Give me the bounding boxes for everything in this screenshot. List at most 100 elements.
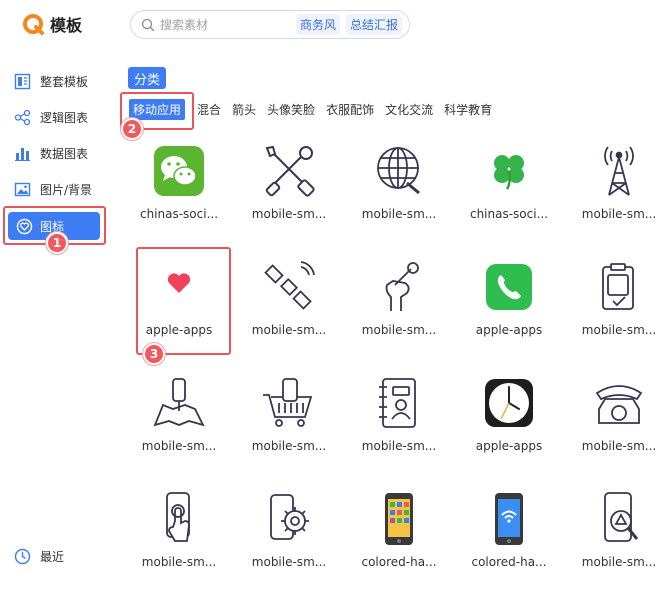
tools-icon (265, 145, 315, 197)
icon-frame (261, 259, 317, 315)
tab-science[interactable]: 科学教育 (444, 101, 492, 118)
grid-item-label: chinas-soci... (139, 207, 219, 221)
map-pin-phone-icon (153, 378, 205, 427)
tab-arrows[interactable]: 箭头 (232, 101, 256, 118)
sidebar-item-images[interactable]: 图片/背景 (14, 178, 92, 200)
grid-item[interactable]: mobile-sm... (239, 143, 339, 243)
grid-item[interactable]: colored-ha... (459, 491, 559, 591)
phone-app-icon (486, 264, 532, 310)
tab-mixed[interactable]: 混合 (197, 101, 221, 118)
retro-telephone-icon (595, 385, 643, 424)
sidebar-item-label: 逻辑图表 (40, 110, 89, 125)
grid-item[interactable]: mobile-sm... (129, 375, 229, 475)
flow-chart-icon (14, 109, 31, 125)
grid-item[interactable]: apple-apps (459, 259, 559, 359)
grid-item-label: mobile-sm... (581, 439, 657, 453)
grid-item-label: chinas-soci... (469, 207, 549, 221)
grid-item[interactable]: mobile-sm... (569, 375, 666, 475)
grid-item-label: mobile-sm... (581, 555, 657, 569)
sidebar-item-data-charts[interactable]: 数据图表 (14, 142, 88, 164)
bar-chart-icon (15, 147, 30, 161)
grid-item-label: mobile-sm... (251, 207, 327, 221)
image-icon (14, 182, 31, 196)
icon-frame (261, 491, 317, 547)
grid-item[interactable]: mobile-sm... (349, 143, 449, 243)
app-title: 模板 (50, 16, 83, 35)
grid-item-label: mobile-sm... (361, 439, 437, 453)
grid-item-label: apple-apps (475, 439, 543, 453)
icon-frame (151, 375, 207, 431)
icon-frame (481, 143, 537, 199)
clover-icon (494, 155, 524, 190)
phone-warning-icon (604, 492, 639, 542)
grid-item[interactable]: mobile-sm... (239, 491, 339, 591)
colorful-phone-icon (385, 493, 413, 545)
grid-item[interactable]: mobile-sm... (569, 491, 666, 591)
search-icon (141, 18, 155, 31)
grid-item[interactable]: mobile-sm... (569, 259, 666, 359)
tab-avatars[interactable]: 头像笑脸 (267, 101, 315, 118)
sidebar-item-label: 数据图表 (40, 146, 89, 161)
shopping-cart-phone-icon (263, 378, 313, 427)
app-logo[interactable]: 模板 (22, 12, 82, 36)
icon-frame (261, 143, 317, 199)
clock-app-icon (485, 379, 533, 427)
grid-item[interactable]: chinas-soci... (459, 143, 559, 243)
icon-frame (591, 375, 647, 431)
grid-item[interactable]: mobile-sm... (239, 259, 339, 359)
sidebar-item-logic-charts[interactable]: 逻辑图表 (14, 106, 88, 128)
search-tag-business[interactable]: 商务风 (296, 14, 341, 35)
icon-frame (481, 259, 537, 315)
phone-gear-icon (270, 494, 309, 540)
category-label: 分类 (128, 67, 167, 89)
wifi-phone-icon (495, 493, 523, 545)
clipboard-phone-icon (602, 263, 634, 310)
grid-item-label: mobile-sm... (251, 323, 327, 337)
grid-item-label: mobile-sm... (141, 439, 217, 453)
icon-frame (591, 259, 647, 315)
grid-item-label: colored-ha... (471, 555, 547, 569)
tab-clothing[interactable]: 衣服配饰 (326, 101, 374, 118)
globe-icon (377, 147, 420, 195)
grid-item[interactable]: mobile-sm... (349, 375, 449, 475)
search-tag-summary[interactable]: 总结汇报 (346, 14, 403, 35)
grid-item-label: mobile-sm... (581, 207, 657, 221)
contacts-book-icon (379, 378, 416, 428)
sidebar-item-recent[interactable]: 最近 (14, 548, 64, 565)
icon-frame (591, 491, 647, 547)
sidebar-item-label: 最近 (40, 550, 65, 564)
grid-item-label: apple-apps (475, 323, 543, 337)
grid-item-label: mobile-sm... (581, 323, 657, 337)
icon-frame (151, 491, 207, 547)
layout-template-icon (14, 73, 31, 89)
grid-item[interactable]: chinas-soci... (129, 143, 229, 243)
icon-frame (371, 143, 427, 199)
grid-item[interactable]: apple-apps (459, 375, 559, 475)
satellite-icon (264, 261, 315, 310)
grid-item[interactable]: mobile-sm... (569, 143, 666, 243)
grid-item-label: mobile-sm... (251, 555, 327, 569)
grid-item-label: mobile-sm... (251, 439, 327, 453)
sidebar-item-templates[interactable]: 整套模板 (14, 70, 88, 92)
grid-item[interactable]: mobile-sm... (239, 375, 339, 475)
step-badge-3: 3 (143, 343, 165, 365)
icon-frame (371, 491, 427, 547)
step-badge-1: 1 (46, 232, 68, 254)
wechat-icon (154, 146, 204, 196)
grid-item-label: mobile-sm... (141, 555, 217, 569)
brand-logo-icon (23, 14, 44, 35)
grid-item[interactable]: mobile-sm... (129, 491, 229, 591)
icon-frame (371, 259, 427, 315)
icon-frame (591, 143, 647, 199)
icon-frame (481, 491, 537, 547)
search-input[interactable] (160, 17, 290, 32)
tab-culture[interactable]: 文化交流 (385, 101, 433, 118)
hand-wrench-icon (385, 262, 419, 311)
search-bar[interactable]: 商务风 总结汇报 (130, 10, 410, 39)
grid-item[interactable]: colored-ha... (349, 491, 449, 591)
step-badge-2: 2 (121, 118, 143, 140)
signal-tower-icon (604, 146, 634, 196)
grid-item[interactable]: mobile-sm... (349, 259, 449, 359)
sidebar-item-label: 整套模板 (40, 74, 89, 89)
icon-frame (261, 375, 317, 431)
